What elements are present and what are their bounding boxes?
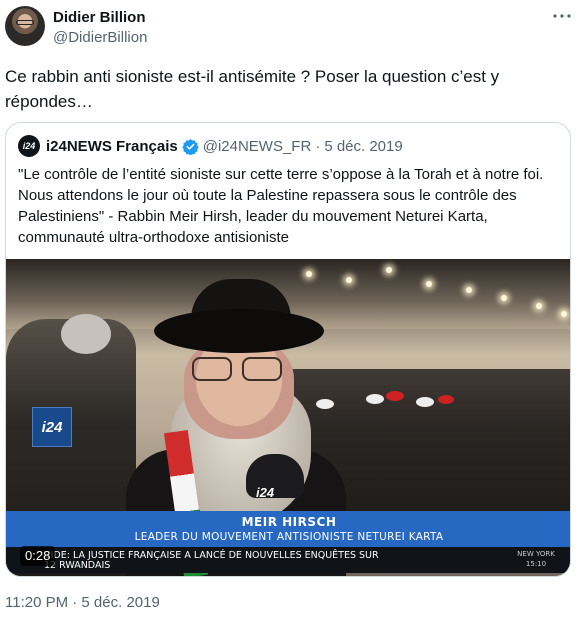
- video-player[interactable]: i24 i24 MEIR HIRSCH LEADER DU MOUVEMENT …: [6, 259, 570, 576]
- quoted-tweet-header: i24 i24NEWS Français @i24NEWS_FR · 5 déc…: [18, 135, 403, 157]
- quoted-author-avatar[interactable]: i24: [18, 135, 40, 157]
- video-duration: 0:28: [20, 546, 56, 566]
- quoted-author-handle[interactable]: @i24NEWS_FR: [203, 138, 312, 155]
- quoted-tweet[interactable]: i24 i24NEWS Français @i24NEWS_FR · 5 déc…: [5, 122, 571, 577]
- quoted-author-name[interactable]: i24NEWS Français: [46, 138, 178, 155]
- lower-third-name: MEIR HIRSCH: [241, 515, 337, 529]
- tweet-timestamp[interactable]: 11:20 PM · 5 déc. 2019: [5, 594, 160, 611]
- ticker-text: CIDE: LA JUSTICE FRANÇAISE A LANCÉ DE NO…: [44, 550, 379, 571]
- microphone-logo: i24: [256, 485, 275, 500]
- microphone: [246, 454, 304, 498]
- author-avatar[interactable]: [5, 6, 45, 46]
- separator-dot: ·: [315, 137, 321, 155]
- ticker-clock: NEW YORK 15:10: [517, 550, 555, 568]
- quoted-tweet-text: "Le contrôle de l’entité sioniste sur ce…: [18, 166, 544, 246]
- verified-badge-icon: [182, 138, 199, 155]
- channel-logo: i24: [32, 407, 72, 447]
- tweet-text: Ce rabbin anti sioniste est-il antisémit…: [5, 67, 500, 111]
- author-name[interactable]: Didier Billion: [53, 9, 146, 26]
- lower-third-subtitle: LEADER DU MOUVEMENT ANTISIONISTE NETUREI…: [134, 531, 444, 543]
- author-handle[interactable]: @DidierBillion: [53, 29, 147, 46]
- more-horizontal-icon[interactable]: [551, 6, 573, 26]
- quoted-tweet-date[interactable]: 5 déc. 2019: [324, 138, 402, 155]
